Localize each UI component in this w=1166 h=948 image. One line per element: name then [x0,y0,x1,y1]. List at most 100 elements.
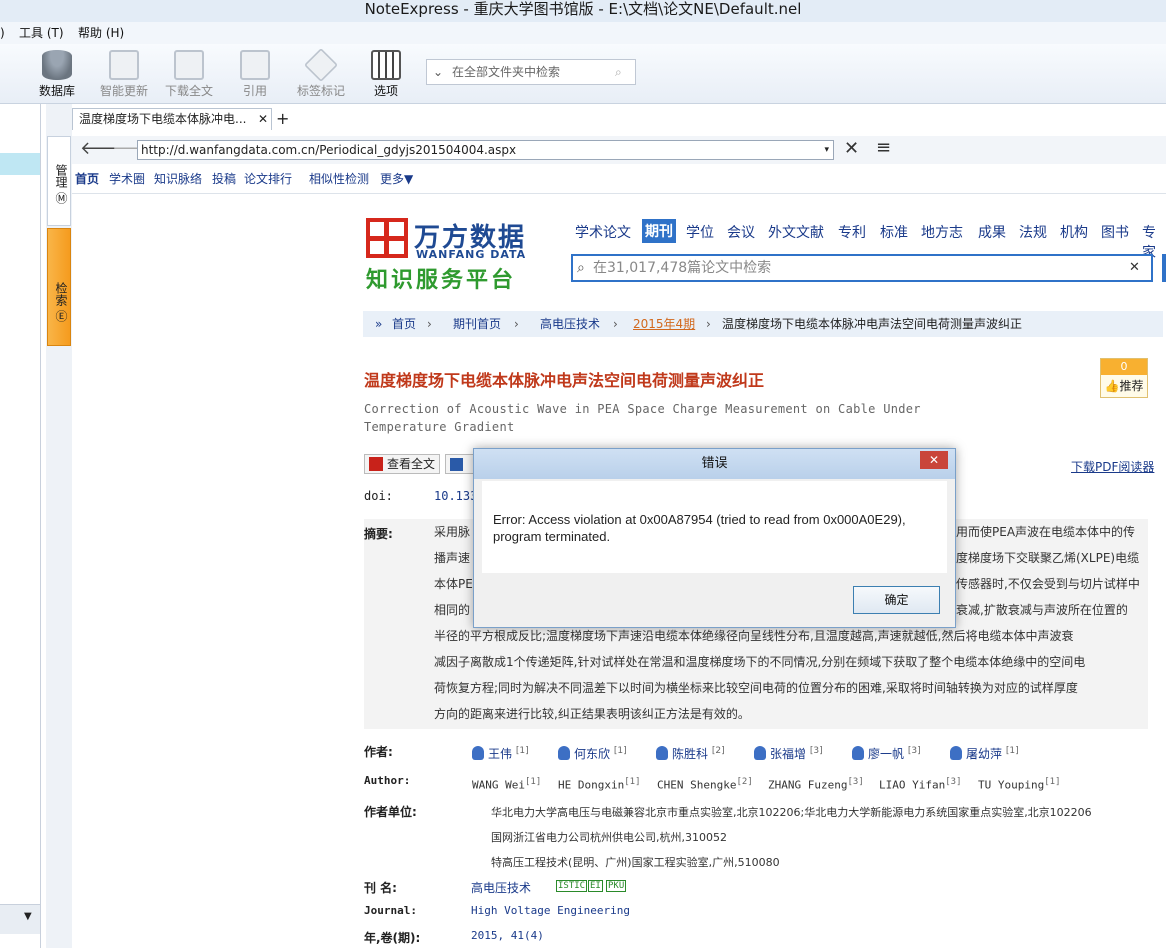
author-link[interactable]: 张福增 [3] [754,745,823,762]
channel-results[interactable]: 成果 [978,222,1006,242]
author-link[interactable]: 王伟 [1] [472,745,529,762]
dialog-title-bar[interactable]: 错误 [474,449,955,479]
search-icon[interactable]: ⌕ [615,60,622,84]
channel-standard[interactable]: 标准 [880,222,908,242]
crumb-separator: › [706,317,711,331]
chevron-down-icon[interactable]: ⌄ [433,60,443,84]
brand-name-en: WANFANG DATA [416,248,527,261]
stop-icon[interactable]: ✕ [844,138,859,159]
abstract-line-right: 度梯度场下交联聚乙烯(XLPE)电缆 [956,551,1140,565]
browser-tab[interactable]: 温度梯度场下电缆本体脉冲电... ✕ [72,108,272,130]
url-dropdown-icon[interactable]: ▾ [824,141,829,159]
channel-conference[interactable]: 会议 [727,222,755,242]
channel-journals-active[interactable]: 期刊 [642,219,676,243]
abstract-line-right: 用而使PEA声波在电缆本体中的传 [956,525,1136,539]
menu-icon[interactable]: ≡ [876,137,891,158]
channel-org[interactable]: 机构 [1060,222,1088,242]
close-tab-icon[interactable]: ✕ [258,109,268,129]
person-icon [950,746,962,760]
link-similarity[interactable]: 相似性检测 [309,166,369,192]
pdf-icon [369,457,383,471]
link-knowledge[interactable]: 知识脉络 [154,166,202,192]
abstract-line: 荷恢复方程;同时为解决不同温差下以时间为横坐标来比较空间电荷的位置分布的困难,采… [434,681,1078,695]
url-input[interactable]: http://d.wanfangdata.com.cn/Periodical_g… [137,140,834,160]
author-link[interactable]: 何东欣 [1] [558,745,627,762]
person-icon [852,746,864,760]
doi-value[interactable]: 10.133 [434,489,477,503]
crumb-current: 温度梯度场下电缆本体脉冲电声法空间电荷测量声波纠正 [722,317,1023,331]
link-scholar[interactable]: 学术圈 [109,166,145,192]
save-icon [450,458,463,471]
database-button[interactable]: 数据库 [34,50,80,99]
crumb-separator: › [427,317,432,331]
side-tab-search[interactable]: 检索Ⓔ [47,228,71,346]
author-en: HE Dongxin[1] [558,777,641,792]
author-en: LIAO Yifan[3] [879,777,962,792]
ok-button[interactable]: 确定 [853,586,940,614]
brand-slogan: 知识服务平台 [366,268,517,293]
side-tab-manage[interactable]: 管理Ⓜ [47,136,71,226]
link-home[interactable]: 首页 [75,166,99,192]
close-icon: ✕ [928,453,940,467]
folder-tree-panel[interactable]: ▼ [0,104,41,948]
view-fulltext-button[interactable]: 查看全文 [364,454,440,474]
paper-search-input[interactable]: ⌕ 在31,017,478篇论文中检索 ✕ [571,254,1153,282]
crumb-separator: › [613,317,618,331]
smart-update-button[interactable]: 智能更新 [97,50,151,99]
link-ranking[interactable]: 论文排行 [244,166,292,192]
author-en: WANG Wei[1] [472,777,542,792]
affiliation-line: 特高压工程技术(昆明、广州)国家工程实验室,广州,510080 [491,856,780,869]
search-submit-button[interactable] [1162,254,1166,282]
crumb-issue[interactable]: 2015年4期 [633,311,695,337]
affiliation-label: 作者单位: [364,805,417,819]
selected-folder-row[interactable] [0,153,40,175]
link-submit[interactable]: 投稿 [212,166,236,192]
new-tab-icon[interactable]: + [276,108,289,130]
window-title-bar: NoteExpress - 重庆大学图书馆版 - E:\文档\论文NE\Defa… [0,0,1166,22]
crumb-home[interactable]: 首页 [392,311,416,337]
year-volume-link[interactable]: 2015, 41(4) [471,929,544,942]
channel-degree[interactable]: 学位 [686,222,714,242]
folder-search-input[interactable]: ⌄ 在全部文件夹中检索 ⌕ [426,59,636,85]
tag-mark-button[interactable]: 标签标记 [294,48,348,99]
clear-search-icon[interactable]: ✕ [1129,256,1140,280]
download-icon [174,50,204,80]
recommend-box[interactable]: 0 👍推荐 [1100,358,1148,398]
link-more[interactable]: 更多▼ [380,166,413,192]
options-button[interactable]: 选项 [364,50,408,99]
journal-link[interactable]: 高电压技术 [471,879,531,896]
channel-law[interactable]: 法规 [1019,222,1047,242]
author-link[interactable]: 陈胜科 [2] [656,745,725,762]
crumb-journals[interactable]: 期刊首页 [453,311,501,337]
download-pdf-reader-link[interactable]: 下载PDF阅读器 [1071,458,1154,475]
cite-button[interactable]: 引用 [234,50,276,99]
wanfang-logo [366,218,408,258]
thumbs-up-icon: 👍 [1104,379,1120,393]
channel-papers[interactable]: 学术论文 [575,222,631,242]
dialog-close-button[interactable]: ✕ [920,451,948,469]
journal-en-link[interactable]: High Voltage Engineering [471,904,630,917]
download-fulltext-button[interactable]: 下载全文 [162,50,216,99]
download-button[interactable] [445,454,475,474]
channel-patent[interactable]: 专利 [838,222,866,242]
channel-books[interactable]: 图书 [1101,222,1129,242]
window-title: NoteExpress - 重庆大学图书馆版 - E:\文档\论文NE\Defa… [364,0,802,18]
affiliation-line: 华北电力大学高电压与电磁兼容北京市重点实验室,北京102206;华北电力大学新能… [491,806,1092,819]
like-count: 0 [1101,359,1147,375]
channel-local[interactable]: 地方志 [921,222,963,242]
dropdown-arrow-icon[interactable]: ▼ [24,911,32,922]
authors-label: 作者: [364,745,393,759]
crumb-journal[interactable]: 高电压技术 [540,311,600,337]
author-en: ZHANG Fuzeng[3] [768,777,864,792]
author-link[interactable]: 廖一帆 [3] [852,745,921,762]
author-link[interactable]: 屠幼萍 [1] [950,745,1019,762]
channel-foreign[interactable]: 外文文献 [768,222,824,242]
affiliation-line: 国网浙江省电力公司杭州供电公司,杭州,310052 [491,831,727,844]
dialog-title: 错误 [701,456,728,471]
menu-item-help[interactable]: 帮助 (H) [78,23,124,43]
menu-item-tools[interactable]: 工具 (T) [19,23,64,43]
person-icon [558,746,570,760]
author-en-label: Author: [364,774,411,787]
abstract-label: 摘要: [364,527,393,541]
index-tag-pku: PKU [606,880,627,892]
